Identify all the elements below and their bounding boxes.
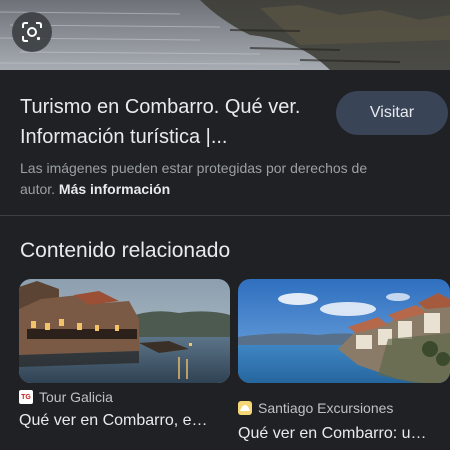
water-reflection-image (0, 0, 450, 70)
divider (0, 215, 450, 216)
source-name: Santiago Excursiones (258, 400, 394, 416)
result-title[interactable]: Turismo en Combarro. Qué ver. Informació… (20, 92, 320, 152)
copyright-notice: Las imágenes pueden estar protegidas por… (20, 158, 400, 200)
related-card-image (19, 279, 230, 383)
source-name: Tour Galicia (39, 389, 113, 405)
related-card-source: Santiago Excursiones (238, 400, 393, 416)
hero-image[interactable] (0, 0, 450, 70)
more-info-link[interactable]: Más información (59, 181, 170, 197)
google-lens-button[interactable] (12, 12, 52, 52)
related-card-image (238, 279, 450, 383)
related-card-source: TG Tour Galicia (19, 389, 113, 405)
related-content-heading: Contenido relacionado (20, 239, 231, 262)
related-card-title[interactable]: Qué ver en Combarro, e… (19, 412, 230, 430)
santiago-excursiones-logo-icon (238, 401, 252, 415)
visit-button[interactable]: Visitar (336, 91, 448, 135)
related-card[interactable]: Santiago Excursiones Qué ver en Combarro… (238, 279, 450, 442)
related-card-title[interactable]: Qué ver en Combarro: u… (238, 425, 450, 443)
google-lens-icon (22, 22, 42, 42)
related-card[interactable]: TG Tour Galicia Qué ver en Combarro, e… (19, 279, 230, 429)
tour-galicia-logo-icon: TG (19, 390, 33, 404)
